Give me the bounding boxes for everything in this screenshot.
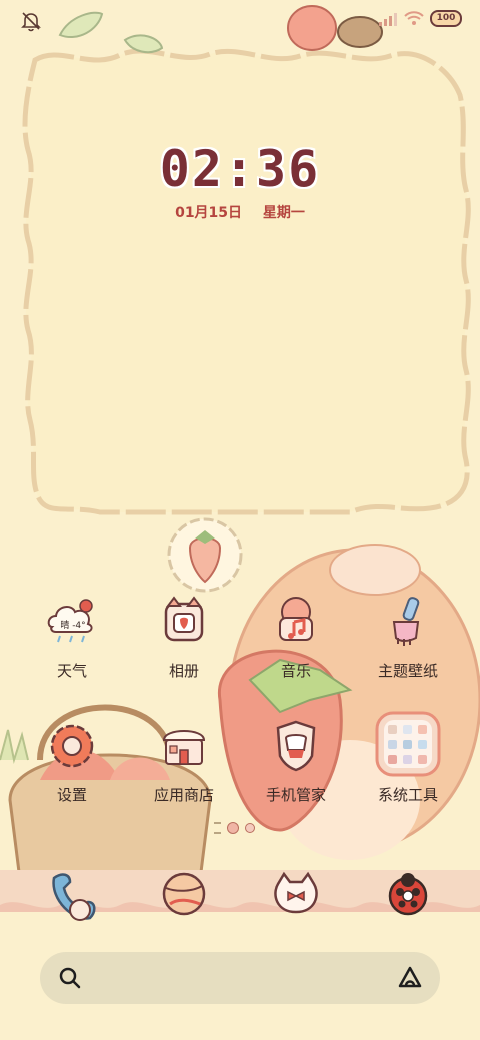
dock-camera[interactable] <box>380 866 436 922</box>
app-store-icon <box>154 716 214 776</box>
messages-icon <box>274 871 318 914</box>
app-label: 相册 <box>168 662 199 680</box>
music-icon <box>266 592 326 652</box>
album-icon <box>154 592 214 652</box>
weather-mini-text: 晴 -4° <box>60 619 85 631</box>
battery-icon: 100 <box>430 10 462 27</box>
page-indicator[interactable] <box>214 822 255 834</box>
weather-icon: 晴 -4° <box>42 592 102 652</box>
camera-icon <box>388 873 428 916</box>
theme-icon <box>378 592 438 652</box>
mute-bell-icon <box>20 10 42 32</box>
settings-icon <box>42 716 102 776</box>
app-system-tools[interactable]: 系统工具 <box>358 711 458 805</box>
browser-icon <box>162 872 206 916</box>
dock-phone[interactable] <box>44 868 100 924</box>
app-weather[interactable]: 晴 -4° 天气 <box>22 592 122 681</box>
list-view-indicator-icon <box>214 822 221 834</box>
page-dot-active <box>227 822 239 834</box>
phone-manager-icon <box>266 716 326 776</box>
app-settings[interactable]: 设置 <box>22 716 122 805</box>
app-label: 设置 <box>56 786 87 804</box>
weekday-text: 星期一 <box>262 205 305 221</box>
date-text: 01月15日 <box>175 205 243 221</box>
app-label: 音乐 <box>280 662 311 680</box>
status-bar: 100 <box>0 6 480 36</box>
clock-date: 01月15日 星期一 <box>0 202 480 222</box>
wifi-icon <box>404 10 424 25</box>
app-label: 应用商店 <box>153 786 214 804</box>
clock-time[interactable]: 02:36 <box>0 140 480 198</box>
app-label: 主题壁纸 <box>377 662 438 680</box>
app-phone-manager[interactable]: 手机管家 <box>246 716 346 805</box>
app-label: 手机管家 <box>265 786 326 804</box>
dock-messages[interactable] <box>268 866 324 922</box>
dock-browser[interactable] <box>156 866 212 922</box>
app-label: 系统工具 <box>377 786 438 804</box>
phone-icon <box>52 873 96 921</box>
search-bar[interactable] <box>40 952 440 1004</box>
signal-icon <box>379 12 397 26</box>
app-store[interactable]: 应用商店 <box>134 716 234 805</box>
page-dot <box>245 823 255 833</box>
app-album[interactable]: 相册 <box>134 592 234 681</box>
app-label: 天气 <box>56 662 87 680</box>
search-icon[interactable] <box>58 966 82 990</box>
assistant-icon[interactable] <box>396 964 424 992</box>
app-theme[interactable]: 主题壁纸 <box>358 592 458 681</box>
system-tools-folder-icon <box>375 711 441 777</box>
app-music[interactable]: 音乐 <box>246 592 346 681</box>
